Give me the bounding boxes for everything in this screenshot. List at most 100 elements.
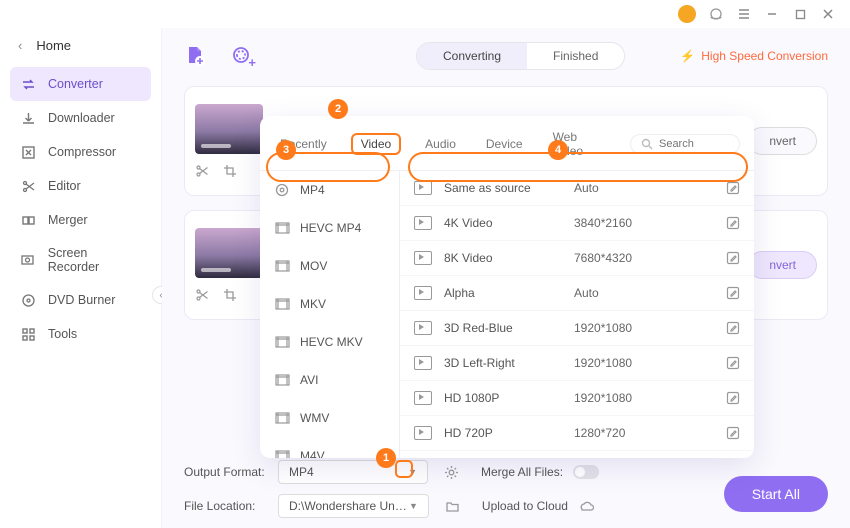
status-segment[interactable]: Converting Finished — [416, 42, 625, 70]
preset-resolution: 1920*1080 — [574, 356, 684, 370]
sidebar: ‹ Home Converter Downloader Compressor E… — [0, 28, 162, 528]
sidebar-home[interactable]: ‹ Home — [10, 32, 151, 59]
format-item-mov[interactable]: MOV — [260, 247, 399, 285]
bolt-icon: ⚡ — [680, 49, 695, 63]
video-icon — [414, 251, 432, 265]
minimize-button[interactable] — [764, 6, 780, 22]
trim-icon[interactable] — [195, 288, 209, 302]
settings-icon[interactable] — [444, 465, 459, 480]
annotation-badge-1: 1 — [376, 448, 396, 468]
maximize-button[interactable] — [792, 6, 808, 22]
sidebar-item-screenrecorder[interactable]: Screen Recorder — [10, 237, 151, 283]
preset-item[interactable]: 4K Video3840*2160 — [400, 206, 754, 241]
preset-item[interactable]: HD 720P1280*720 — [400, 416, 754, 451]
add-file-button[interactable] — [184, 44, 208, 68]
sidebar-item-label: Tools — [48, 327, 77, 341]
chevron-down-icon: ▼ — [409, 501, 418, 511]
edit-preset-icon[interactable] — [726, 356, 740, 370]
add-url-button[interactable]: + — [230, 44, 254, 68]
format-label: HEVC MP4 — [300, 221, 361, 235]
download-icon — [20, 110, 36, 126]
merge-toggle[interactable] — [573, 465, 599, 479]
sidebar-item-editor[interactable]: Editor — [10, 169, 151, 203]
crop-icon[interactable] — [223, 288, 237, 302]
format-icon — [274, 296, 290, 312]
cloud-icon[interactable] — [578, 500, 594, 512]
sidebar-item-converter[interactable]: Converter — [10, 67, 151, 101]
video-icon — [414, 181, 432, 195]
format-icon — [274, 448, 290, 458]
crop-icon[interactable] — [223, 164, 237, 178]
format-icon — [274, 410, 290, 426]
search-field[interactable] — [659, 138, 729, 150]
annotation-badge-4: 4 — [548, 140, 568, 160]
sidebar-item-merger[interactable]: Merger — [10, 203, 151, 237]
edit-preset-icon[interactable] — [726, 251, 740, 265]
sidebar-item-tools[interactable]: Tools — [10, 317, 151, 351]
edit-preset-icon[interactable] — [726, 321, 740, 335]
segment-finished[interactable]: Finished — [527, 43, 624, 69]
video-icon — [414, 286, 432, 300]
close-button[interactable] — [820, 6, 836, 22]
preset-resolution: 7680*4320 — [574, 251, 684, 265]
convert-button[interactable]: nvert — [748, 127, 817, 155]
preset-item[interactable]: AlphaAuto — [400, 276, 754, 311]
format-label: HEVC MKV — [300, 335, 363, 349]
preset-item[interactable]: 3D Left-Right1920*1080 — [400, 346, 754, 381]
format-item-wmv[interactable]: WMV — [260, 399, 399, 437]
format-icon — [274, 182, 290, 198]
edit-preset-icon[interactable] — [726, 181, 740, 195]
grid-icon — [20, 326, 36, 342]
format-label: WMV — [300, 411, 329, 425]
converter-icon — [20, 76, 36, 92]
preset-resolution: 1280*720 — [574, 426, 684, 440]
video-thumbnail[interactable] — [195, 104, 263, 154]
menu-icon[interactable] — [736, 6, 752, 22]
file-location-select[interactable]: D:\Wondershare UniConverter 1▼ — [278, 494, 429, 518]
preset-resolution: Auto — [574, 286, 684, 300]
preset-resolution: Auto — [574, 181, 684, 195]
annotation-ring-4 — [408, 152, 748, 182]
upload-label: Upload to Cloud — [482, 499, 568, 513]
preset-item[interactable]: HD 1080P1920*1080 — [400, 381, 754, 416]
annotation-ring-1 — [395, 460, 413, 478]
video-thumbnail[interactable] — [195, 228, 263, 278]
convert-button[interactable]: nvert — [748, 251, 817, 279]
segment-converting[interactable]: Converting — [417, 43, 527, 69]
annotation-badge-3: 3 — [276, 140, 296, 160]
search-input[interactable] — [630, 134, 740, 154]
format-item-hevc-mkv[interactable]: HEVC MKV — [260, 323, 399, 361]
sidebar-item-label: Compressor — [48, 145, 116, 159]
edit-preset-icon[interactable] — [726, 216, 740, 230]
preset-resolution: 1920*1080 — [574, 391, 684, 405]
format-icon — [274, 372, 290, 388]
sidebar-item-dvdburner[interactable]: DVD Burner — [10, 283, 151, 317]
support-icon[interactable] — [708, 6, 724, 22]
preset-name: 8K Video — [444, 251, 574, 265]
search-icon — [641, 138, 653, 150]
format-item-mkv[interactable]: MKV — [260, 285, 399, 323]
folder-icon[interactable] — [445, 499, 460, 514]
high-speed-link[interactable]: ⚡ High Speed Conversion — [680, 49, 828, 63]
sidebar-item-label: Converter — [48, 77, 103, 91]
video-icon — [414, 216, 432, 230]
video-icon — [414, 356, 432, 370]
trim-icon[interactable] — [195, 164, 209, 178]
format-label: AVI — [300, 373, 318, 387]
edit-preset-icon[interactable] — [726, 286, 740, 300]
format-item-hevc-mp4[interactable]: HEVC MP4 — [260, 209, 399, 247]
preset-item[interactable]: 8K Video7680*4320 — [400, 241, 754, 276]
annotation-badge-2: 2 — [328, 99, 348, 119]
sidebar-item-downloader[interactable]: Downloader — [10, 101, 151, 135]
sidebar-item-label: Editor — [48, 179, 81, 193]
start-all-button[interactable]: Start All — [724, 476, 828, 512]
file-location-label: File Location: — [184, 499, 268, 513]
preset-name: Alpha — [444, 286, 574, 300]
format-label: MP4 — [300, 183, 325, 197]
edit-preset-icon[interactable] — [726, 391, 740, 405]
sidebar-item-compressor[interactable]: Compressor — [10, 135, 151, 169]
avatar[interactable] — [678, 5, 696, 23]
format-item-avi[interactable]: AVI — [260, 361, 399, 399]
edit-preset-icon[interactable] — [726, 426, 740, 440]
preset-item[interactable]: 3D Red-Blue1920*1080 — [400, 311, 754, 346]
